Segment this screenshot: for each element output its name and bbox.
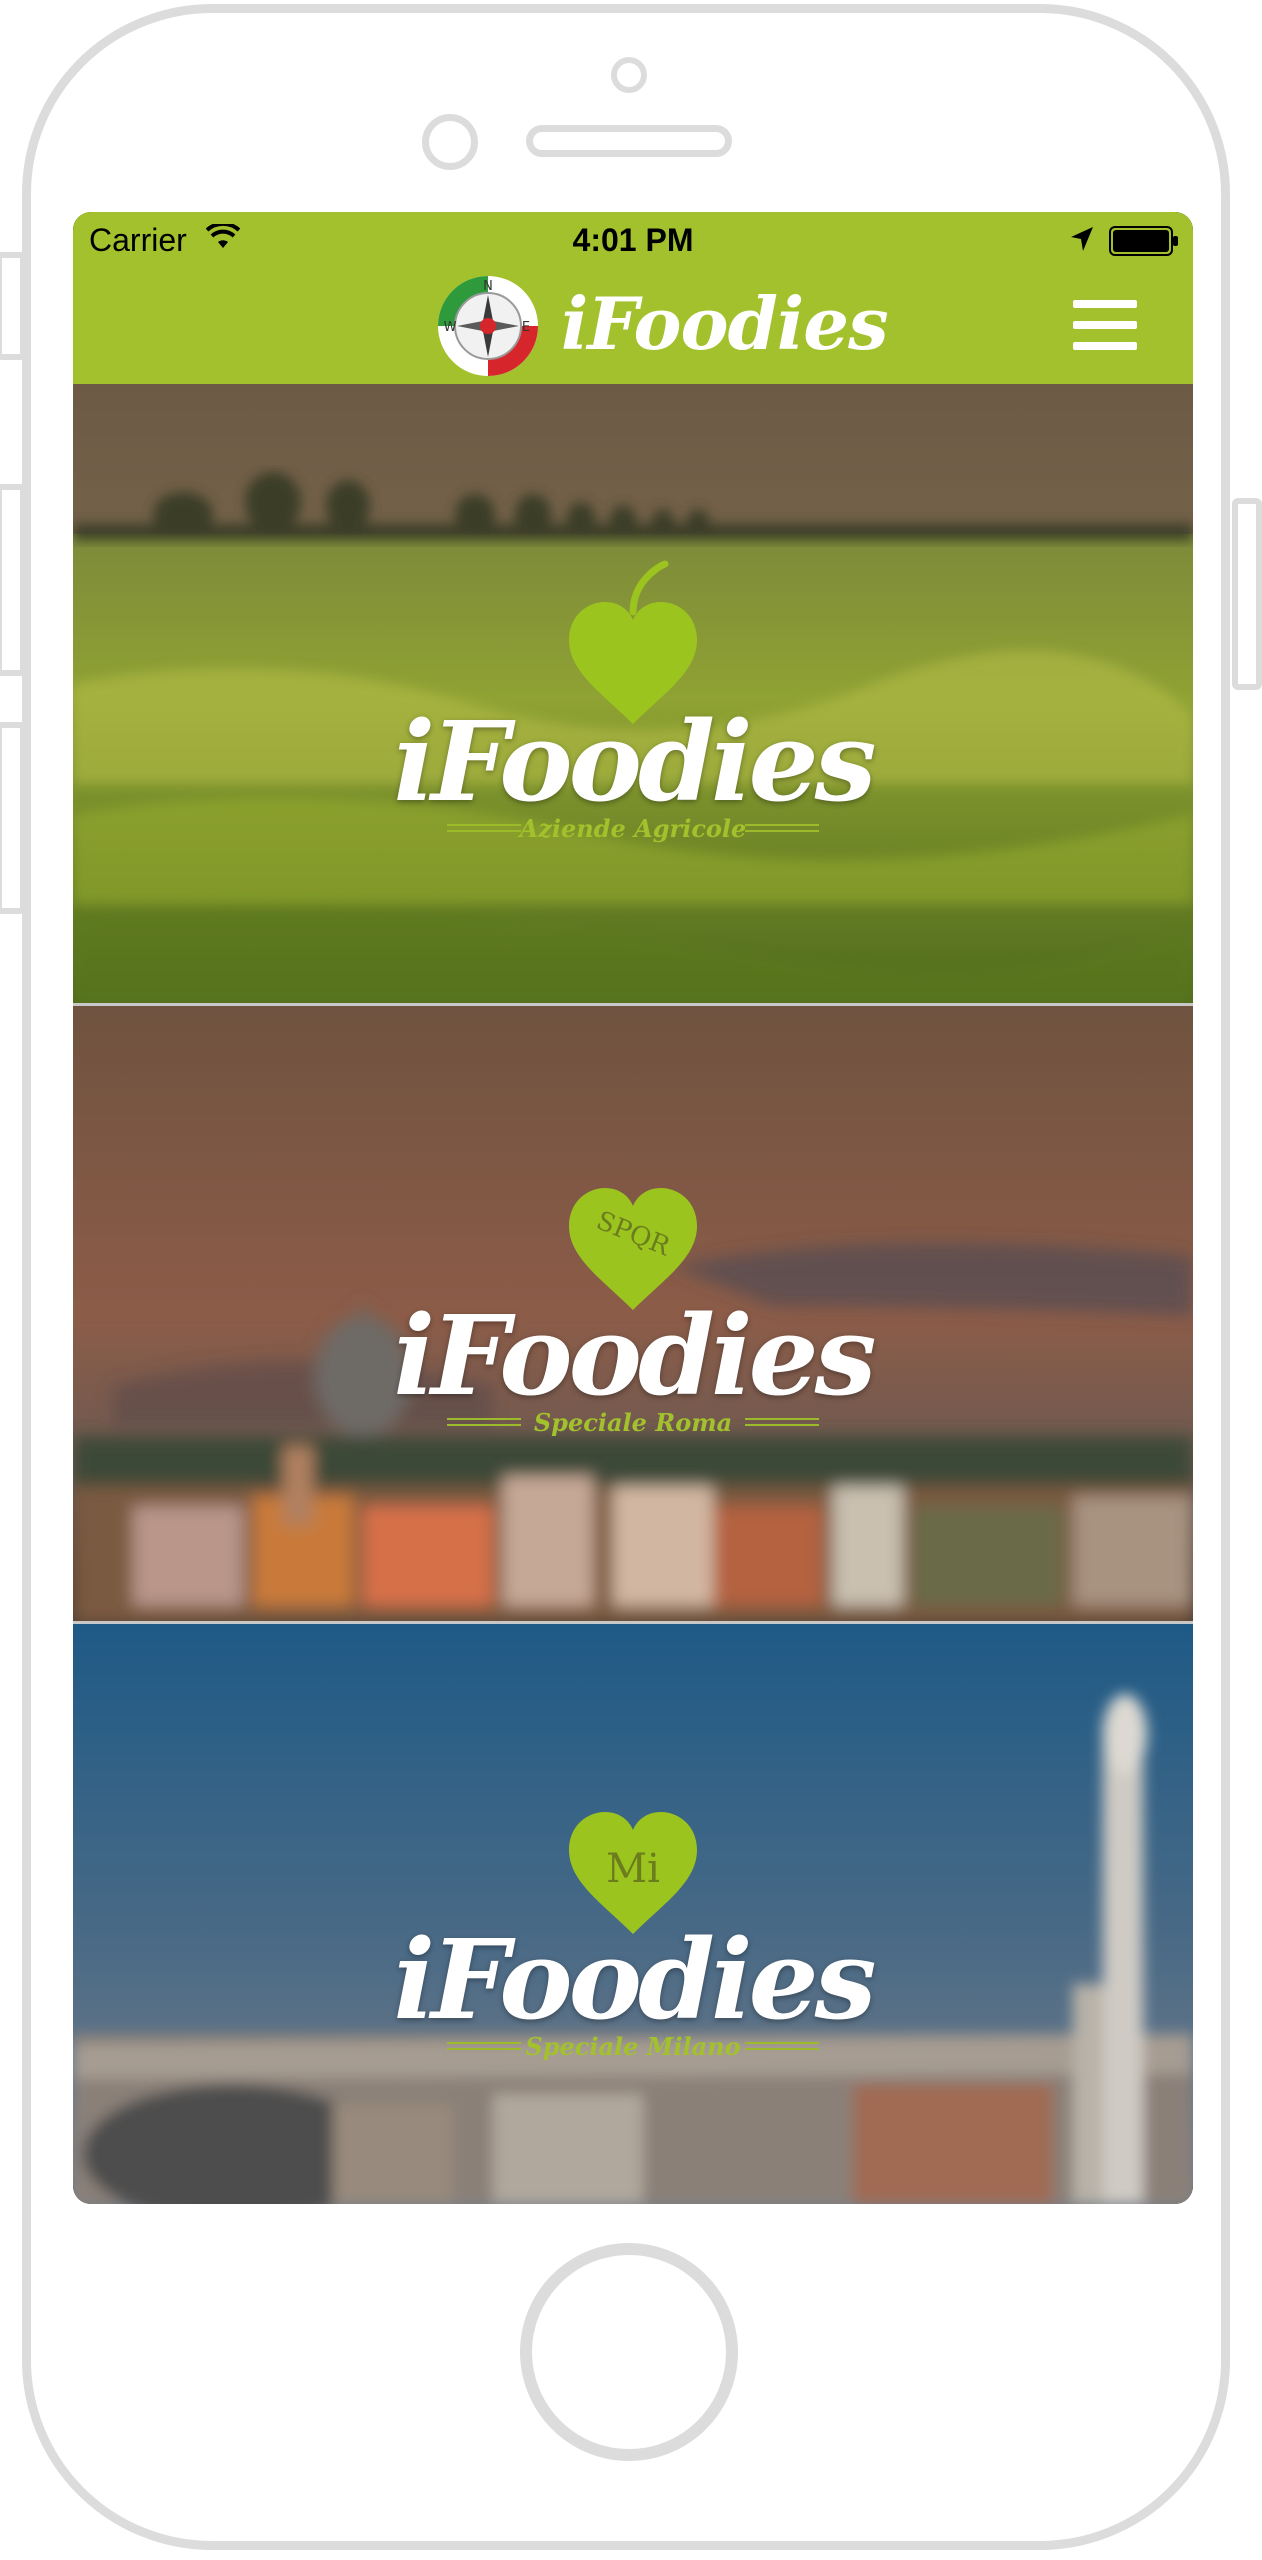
tagline-rule-right bbox=[745, 824, 819, 832]
brand-title: iFoodies bbox=[393, 1291, 876, 1420]
nav-bar: N W E iFoodies bbox=[73, 268, 1193, 384]
tagline-row: Speciale Milano bbox=[447, 2030, 819, 2064]
app-title: iFoodies bbox=[561, 281, 889, 366]
earpiece-speaker bbox=[526, 125, 732, 157]
compass-logo-icon[interactable]: N W E bbox=[435, 273, 541, 379]
power-button bbox=[1232, 498, 1262, 690]
home-button[interactable] bbox=[520, 2243, 738, 2461]
card-speciale-milano[interactable]: Mi iFoodies Speciale Milano bbox=[73, 1624, 1193, 2204]
card-aziende-agricole[interactable]: iFoodies Aziende Agricole bbox=[73, 384, 1193, 1006]
tagline-rule-right bbox=[745, 1418, 819, 1426]
status-bar: Carrier 4:01 PM bbox=[73, 212, 1193, 268]
svg-text:W: W bbox=[444, 320, 457, 335]
status-time: 4:01 PM bbox=[572, 222, 694, 258]
tagline-rule-right bbox=[745, 2042, 819, 2050]
hamburger-menu-icon[interactable] bbox=[1073, 300, 1137, 350]
card-speciale-roma[interactable]: SPQR iFoodies Speciale Roma bbox=[73, 1006, 1193, 1624]
brand-title: iFoodies bbox=[393, 1915, 876, 2044]
proximity-sensor bbox=[422, 114, 478, 170]
brand-title: iFoodies bbox=[393, 697, 876, 826]
tagline-row: Aziende Agricole bbox=[447, 812, 819, 846]
svg-text:E: E bbox=[522, 320, 530, 335]
svg-text:N: N bbox=[483, 279, 493, 294]
battery-icon bbox=[1109, 226, 1178, 256]
front-camera bbox=[611, 57, 647, 93]
app-screen: Carrier 4:01 PM N W E iFoodies iFoodies … bbox=[73, 212, 1193, 2204]
mi-text: Mi bbox=[606, 1846, 660, 1892]
location-arrow-icon bbox=[1071, 227, 1093, 251]
tagline-row: Speciale Roma bbox=[447, 1406, 819, 1440]
